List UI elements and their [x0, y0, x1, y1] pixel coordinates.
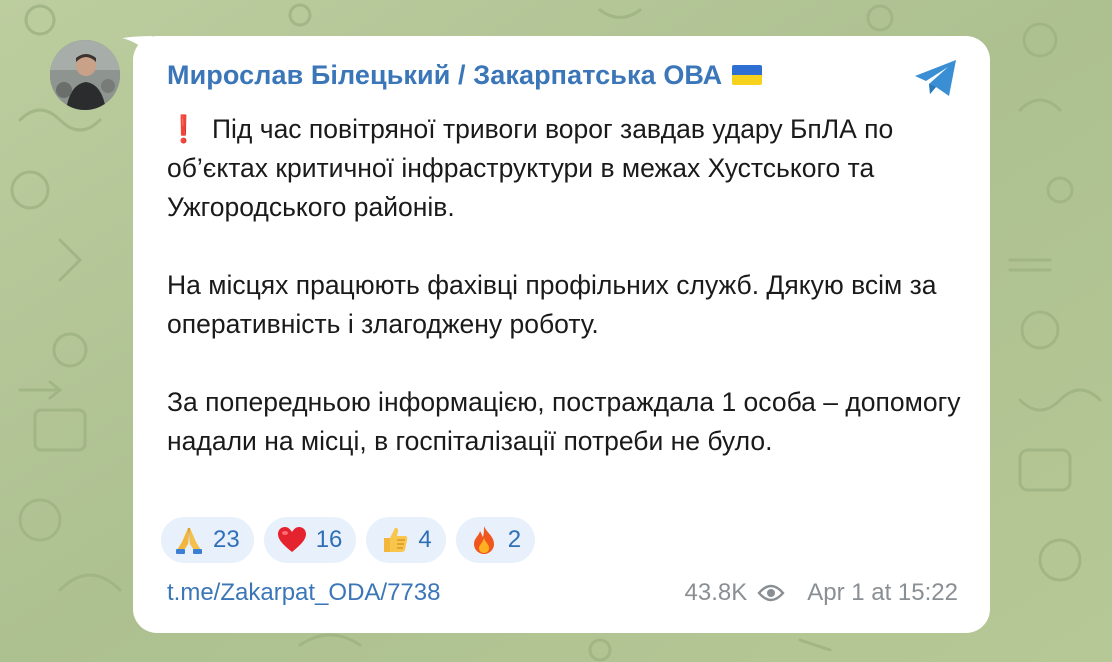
- reaction-fire[interactable]: 2: [455, 517, 536, 563]
- reaction-count: 16: [315, 526, 343, 553]
- paragraph-1-text: Під час повітряної тривоги ворог завдав …: [167, 114, 894, 222]
- folded-hands-icon: [176, 528, 202, 554]
- reaction-folded-hands[interactable]: 23: [161, 517, 254, 563]
- telegram-logo-icon[interactable]: [912, 58, 960, 98]
- thumbs-up-icon: [384, 527, 408, 552]
- eye-icon: [757, 584, 785, 602]
- reaction-count: 23: [213, 526, 240, 553]
- message-text: ❗ Під час повітряної тривоги ворог завдав…: [167, 110, 967, 500]
- exclamation-icon: ❗: [167, 114, 200, 144]
- paragraph-2: На місцях працюють фахівці профільних сл…: [167, 270, 937, 339]
- author-name-text[interactable]: Мирослав Білецький / Закарпатська ОВА: [167, 60, 722, 90]
- fire-icon: [473, 526, 494, 554]
- ukraine-flag-icon: [732, 65, 763, 85]
- post-meta: 43.8K Apr 1 at 15:22: [685, 579, 959, 607]
- message-bubble: Мирослав Білецький / Закарпатська ОВА ❗ П…: [133, 36, 990, 633]
- avatar-image: [50, 40, 120, 110]
- red-heart-icon: [277, 527, 306, 552]
- reaction-heart[interactable]: 16: [263, 517, 357, 563]
- paragraph-1: ❗ Під час повітряної тривоги ворог завдав…: [167, 110, 967, 227]
- reaction-count: 2: [507, 526, 522, 553]
- author-name[interactable]: Мирослав Білецький / Закарпатська ОВА: [167, 60, 763, 91]
- avatar[interactable]: [50, 40, 120, 110]
- paragraph-3: За попередньою інформацією, постраждала …: [167, 387, 961, 456]
- timestamp: Apr 1 at 15:22: [807, 579, 958, 606]
- post-link[interactable]: t.me/Zakarpat_ODA/7738: [167, 579, 440, 607]
- reaction-count: 4: [418, 526, 432, 553]
- reaction-thumbs-up[interactable]: 4: [366, 517, 446, 563]
- view-count: 43.8K: [684, 579, 748, 606]
- reactions-bar: 23 16 4 2: [161, 517, 536, 563]
